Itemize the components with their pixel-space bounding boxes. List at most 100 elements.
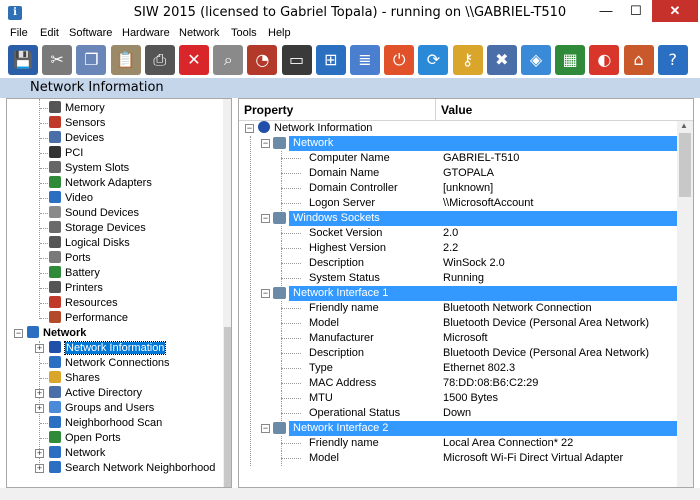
- tree-item[interactable]: Battery: [49, 266, 100, 281]
- home-icon[interactable]: ⌂: [623, 45, 654, 75]
- tree-item[interactable]: Ports: [49, 251, 91, 266]
- printer-icon[interactable]: ⎙: [144, 45, 175, 75]
- section-header[interactable]: Network: [289, 136, 677, 151]
- tree-scrollbar[interactable]: [223, 99, 231, 487]
- tree-item[interactable]: Sensors: [49, 116, 105, 131]
- expand-toggle[interactable]: +: [35, 389, 44, 398]
- property-row[interactable]: Highest Version 2.2: [239, 241, 677, 256]
- menu-file[interactable]: File: [10, 27, 28, 39]
- tree-guide-line: [40, 153, 48, 154]
- property-row[interactable]: Manufacturer Microsoft: [239, 331, 677, 346]
- paste-icon[interactable]: 📋: [110, 45, 141, 75]
- details-scrollbar[interactable]: ▲: [677, 121, 693, 487]
- tree-item[interactable]: Resources: [49, 296, 118, 311]
- find-icon[interactable]: ⌕: [213, 45, 244, 75]
- navigation-tree[interactable]: Memory Sensors Devices PCI System Slots Netwo…: [6, 98, 232, 488]
- menu-edit[interactable]: Edit: [40, 27, 59, 39]
- property-row[interactable]: Description WinSock 2.0: [239, 256, 677, 271]
- network-pc-icon[interactable]: ⊞: [315, 45, 346, 75]
- tree-scroll-thumb[interactable]: [224, 327, 231, 487]
- property-row[interactable]: Model Microsoft Wi-Fi Direct Virtual Adap…: [239, 451, 677, 466]
- tree-item[interactable]: Groups and Users: [49, 401, 154, 416]
- shutdown-icon[interactable]: ⏻: [384, 45, 415, 75]
- section-header[interactable]: Network Interface 2: [289, 421, 677, 436]
- property-row[interactable]: Socket Version 2.0: [239, 226, 677, 241]
- tree-item[interactable]: Devices: [49, 131, 104, 146]
- tree-item[interactable]: Logical Disks: [49, 236, 130, 251]
- collapse-network-toggle[interactable]: −: [14, 329, 23, 338]
- list-icon[interactable]: ≣: [350, 45, 380, 75]
- tree-item[interactable]: Network: [49, 446, 105, 461]
- tree-item[interactable]: PCI: [49, 146, 83, 161]
- tree-item[interactable]: Network Connections: [49, 356, 170, 371]
- property-row[interactable]: MTU 1500 Bytes: [239, 391, 677, 406]
- expand-toggle[interactable]: +: [35, 404, 44, 413]
- page-title: Network Information: [30, 80, 164, 95]
- tree-item[interactable]: Shares: [49, 371, 100, 386]
- copy-icon[interactable]: ❐: [76, 45, 107, 75]
- tools-icon[interactable]: ✖: [486, 45, 517, 75]
- property-row[interactable]: Model Bluetooth Device (Personal Area Net…: [239, 316, 677, 331]
- key-icon[interactable]: ⚷: [452, 45, 483, 75]
- property-row[interactable]: Friendly name Bluetooth Network Connectio…: [239, 301, 677, 316]
- tree-item[interactable]: Performance: [49, 311, 128, 326]
- property-row[interactable]: Computer Name GABRIEL-T510: [239, 151, 677, 166]
- column-divider[interactable]: [435, 99, 436, 121]
- expand-toggle[interactable]: +: [35, 464, 44, 473]
- value-column-header[interactable]: Value: [441, 103, 472, 117]
- tree-item-network[interactable]: Network: [27, 326, 86, 341]
- section-collapse-toggle[interactable]: −: [261, 139, 270, 148]
- help-icon[interactable]: ?: [657, 45, 688, 75]
- tree-item[interactable]: Storage Devices: [49, 221, 146, 236]
- stop-icon[interactable]: ✕: [179, 45, 209, 75]
- tree-item[interactable]: Open Ports: [49, 431, 121, 446]
- details-root[interactable]: Network Information: [258, 121, 372, 136]
- box-icon[interactable]: ◈: [521, 45, 551, 75]
- property-row[interactable]: Domain Name GTOPALA: [239, 166, 677, 181]
- property-row[interactable]: Operational Status Down: [239, 406, 677, 421]
- tree-item[interactable]: Printers: [49, 281, 103, 296]
- tree-item[interactable]: Neighborhood Scan: [49, 416, 162, 431]
- section-header[interactable]: Network Interface 1: [289, 286, 677, 301]
- disk-icon[interactable]: ◐: [589, 45, 620, 75]
- tree-item[interactable]: Memory: [49, 101, 105, 116]
- tree-item[interactable]: System Slots: [49, 161, 129, 176]
- monitor-icon[interactable]: ▭: [281, 45, 312, 75]
- expand-toggle[interactable]: +: [35, 344, 44, 353]
- property-row[interactable]: Friendly name Local Area Connection* 22: [239, 436, 677, 451]
- property-row[interactable]: Description Bluetooth Device (Personal Ar…: [239, 346, 677, 361]
- menu-tools[interactable]: Tools: [231, 27, 257, 39]
- section-collapse-toggle[interactable]: −: [261, 214, 270, 223]
- property-row[interactable]: Domain Controller [unknown]: [239, 181, 677, 196]
- collapse-root-toggle[interactable]: −: [245, 124, 254, 133]
- tree-item[interactable]: Network Adapters: [49, 176, 152, 191]
- property-row[interactable]: System Status Running: [239, 271, 677, 286]
- tree-item[interactable]: Active Directory: [49, 386, 142, 401]
- details-scroll-thumb[interactable]: [679, 133, 691, 197]
- tree-item[interactable]: Search Network Neighborhood: [49, 461, 215, 476]
- property-row[interactable]: Logon Server \\MicrosoftAccount: [239, 196, 677, 211]
- property-column-header[interactable]: Property: [244, 103, 293, 117]
- scroll-up-arrow-icon[interactable]: ▲: [680, 121, 688, 130]
- cut-icon[interactable]: ✂: [42, 45, 73, 75]
- property-row[interactable]: MAC Address 78:DD:08:B6:C2:29: [239, 376, 677, 391]
- maximize-button[interactable]: ☐: [622, 0, 650, 22]
- memory-icon[interactable]: ▦: [555, 45, 586, 75]
- expand-toggle[interactable]: +: [35, 449, 44, 458]
- menu-network[interactable]: Network: [179, 27, 219, 39]
- section-collapse-toggle[interactable]: −: [261, 289, 270, 298]
- property-row[interactable]: Type Ethernet 802.3: [239, 361, 677, 376]
- menu-help[interactable]: Help: [268, 27, 291, 39]
- gauge-icon[interactable]: ◔: [247, 45, 278, 75]
- menu-software[interactable]: Software: [69, 27, 112, 39]
- tree-item[interactable]: Sound Devices: [49, 206, 139, 221]
- section-header[interactable]: Windows Sockets: [289, 211, 677, 226]
- refresh-icon[interactable]: ⟳: [418, 45, 449, 75]
- close-button[interactable]: ✕: [652, 0, 698, 22]
- minimize-button[interactable]: —: [592, 0, 620, 22]
- tree-item[interactable]: Network Information: [49, 341, 167, 356]
- tree-item[interactable]: Video: [49, 191, 93, 206]
- menu-hardware[interactable]: Hardware: [122, 27, 170, 39]
- section-collapse-toggle[interactable]: −: [261, 424, 270, 433]
- save-icon[interactable]: 💾: [8, 45, 38, 75]
